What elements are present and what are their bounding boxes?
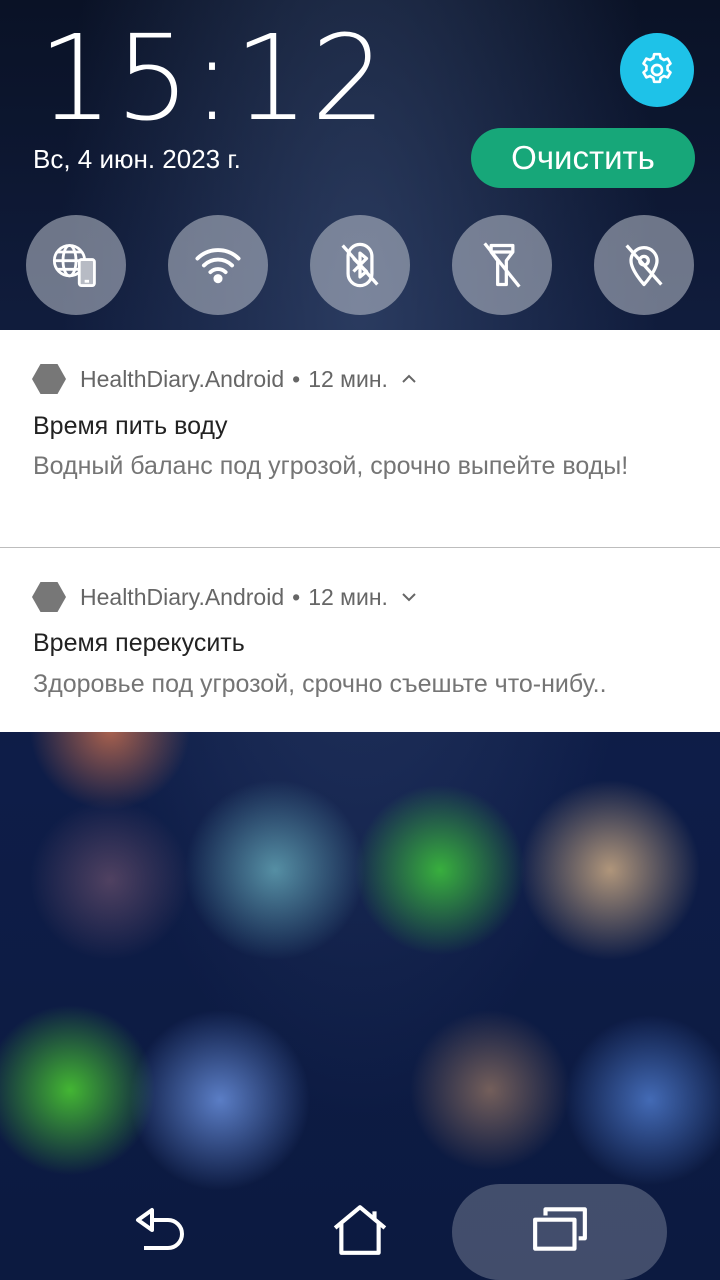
quick-setting-mobile-network[interactable] xyxy=(26,215,126,315)
back-icon xyxy=(136,1208,184,1250)
notification-header: HealthDiary.Android • 12 мин. xyxy=(32,582,418,612)
recents-icon xyxy=(533,1207,587,1251)
settings-button[interactable] xyxy=(620,33,694,107)
clock: 15:12 xyxy=(38,9,389,147)
date-label: Вс, 4 июн. 2023 г. xyxy=(33,144,241,174)
quick-setting-location[interactable] xyxy=(594,215,694,315)
notification-app-name: HealthDiary.Android xyxy=(80,583,285,610)
notification-text: Здоровье под угрозой, срочно съешьте что… xyxy=(33,670,607,698)
chevron-up-icon[interactable] xyxy=(400,373,418,385)
location-off-icon xyxy=(625,244,663,287)
notification-card[interactable]: HealthDiary.Android • 12 мин. Время пере… xyxy=(0,548,720,732)
mobile-network-icon xyxy=(52,244,96,287)
quick-setting-bluetooth[interactable] xyxy=(310,215,410,315)
notification-separator: • xyxy=(292,365,301,392)
notification-app-name: HealthDiary.Android xyxy=(80,365,285,392)
quick-setting-wifi[interactable] xyxy=(168,215,268,315)
recents-button[interactable] xyxy=(510,1180,610,1280)
home-button[interactable] xyxy=(310,1180,410,1280)
notification-card[interactable]: HealthDiary.Android • 12 мин. Время пить… xyxy=(0,330,720,547)
notification-time: 12 мин. xyxy=(308,365,388,392)
home-icon xyxy=(333,1205,387,1255)
quick-setting-flashlight[interactable] xyxy=(452,215,552,315)
back-button[interactable] xyxy=(110,1180,210,1280)
navigation-bar xyxy=(0,1180,720,1280)
notification-header: HealthDiary.Android • 12 мин. xyxy=(32,364,418,394)
quick-settings-row xyxy=(0,215,720,315)
notification-text: Водный баланс под угрозой, срочно выпейт… xyxy=(33,452,629,480)
app-hexagon-icon xyxy=(32,364,66,394)
flashlight-off-icon xyxy=(483,242,521,288)
chevron-down-icon[interactable] xyxy=(400,591,418,603)
notification-separator: • xyxy=(292,583,301,610)
wifi-icon xyxy=(195,248,241,284)
notification-time: 12 мин. xyxy=(308,583,388,610)
notification-title: Время перекусить xyxy=(33,629,245,657)
clear-all-button[interactable]: Очистить xyxy=(471,128,695,188)
gear-icon xyxy=(642,52,672,84)
notification-title: Время пить воду xyxy=(33,412,228,440)
bluetooth-off-icon xyxy=(341,242,379,288)
app-hexagon-icon xyxy=(32,582,66,612)
